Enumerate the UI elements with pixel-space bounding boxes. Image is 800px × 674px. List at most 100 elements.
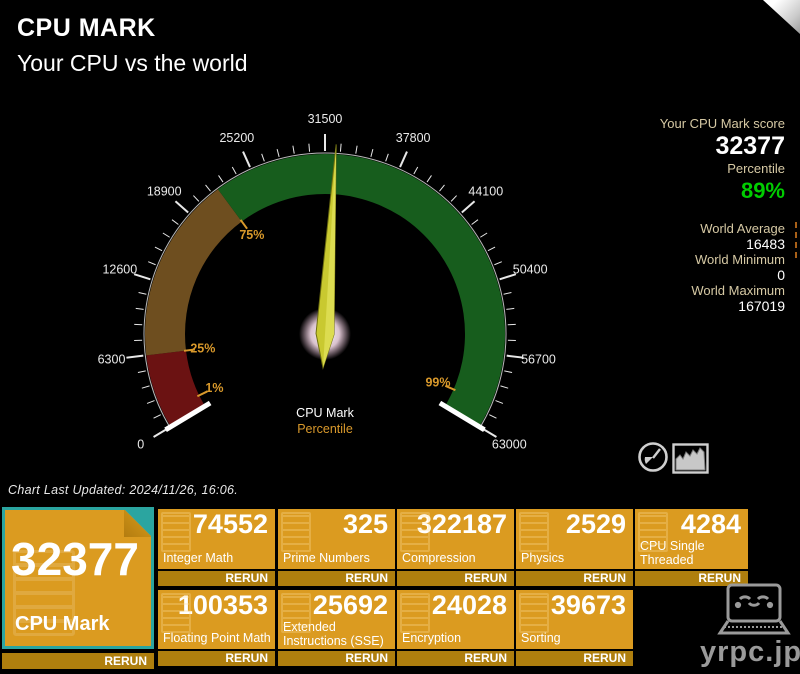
gauge-minor-tick [206,185,211,191]
gauge-center-subtitle: Percentile [245,422,405,436]
gauge-minor-tick [147,401,154,404]
percentile-label: Percentile [555,161,785,177]
tile-value: 4284 [635,509,748,539]
tile-body: 100353 Floating Point Math [158,590,275,649]
tile-value: 24028 [397,590,514,620]
gauge-minor-tick [489,415,496,419]
rerun-button[interactable]: RERUN [158,651,275,666]
tile-value: 39673 [516,590,633,620]
gauge-minor-tick [340,144,341,152]
tile-physics: 2529 Physics RERUN [516,509,633,586]
gauge-minor-tick [163,233,170,237]
gauge-minor-tick [277,149,279,157]
cpu-mark-tile-label: CPU Mark [15,613,109,636]
gauge-minor-tick [356,146,357,154]
gauge-scale-label: 25200 [219,131,254,145]
gauge-band-mid [145,189,242,355]
tile-sorting: 39673 Sorting RERUN [516,590,633,666]
world-maximum-label: World Maximum [555,283,785,299]
gauge-major-tick [462,201,475,212]
tile-cpu-single-threaded: 4284 CPU Single Threaded RERUN [635,509,748,586]
gauge-minor-tick [480,233,487,237]
gauge-minor-tick [386,154,389,162]
rerun-button[interactable]: RERUN [397,651,514,666]
tile-body: 25692 Extended Instructions (SSE) [278,590,395,649]
tile-extended-instructions: 25692 Extended Instructions (SSE) RERUN [278,590,395,666]
gauge-minor-tick [451,196,457,202]
tile-body: 74552 Integer Math [158,509,275,569]
tile-label: Integer Math [158,551,275,569]
tile-body: 322187 Compression [397,509,514,569]
rerun-button[interactable]: RERUN [516,571,633,586]
tile-value: 100353 [158,590,275,620]
tile-body: 4284 CPU Single Threaded [635,509,748,569]
gauge-scale-label: 6300 [98,352,126,366]
cpu-mark-tile-value: 32377 [5,532,145,586]
score-panel: Your CPU Mark score 32377 Percentile 89%… [555,116,785,314]
tile-body: 39673 Sorting [516,590,633,649]
percentile-tick-label: 99% [425,376,450,390]
rerun-button[interactable]: RERUN [278,571,395,586]
rerun-button[interactable]: RERUN [397,571,514,586]
tile-label: Compression [397,551,514,569]
cpu-mark-score: 32377 [555,132,785,161]
gauge-major-tick [175,201,188,212]
gauge-minor-tick [262,154,265,162]
gauge-minor-tick [488,247,495,251]
tile-label: Sorting [516,631,633,649]
gauge-band-low [146,351,205,427]
speedometer-icon[interactable] [636,440,670,474]
gauge-minor-tick [139,292,147,294]
gauge-minor-tick [472,220,478,225]
gauge-scale-label: 50400 [513,263,548,277]
percentile-tick-label: 1% [205,381,223,395]
gauge-scale-label: 63000 [492,438,527,452]
rerun-button[interactable]: RERUN [516,651,633,666]
gauge-minor-tick [172,220,178,225]
world-average-label: World Average [555,221,785,237]
rerun-button[interactable]: RERUN [158,571,275,586]
gauge-minor-tick [495,401,502,404]
tile-value: 74552 [158,509,275,539]
cpu-mark-tile: 32377 CPU Mark [2,507,154,649]
gauge-minor-tick [232,167,236,174]
gauge-minor-tick [142,386,150,388]
tile-integer-math: 74552 Integer Math RERUN [158,509,275,586]
gauge-minor-tick [154,415,161,419]
gauge-minor-tick [219,175,223,182]
gauge-major-tick [400,152,407,168]
gauge-minor-tick [500,386,508,388]
tile-fold-corner [124,510,151,537]
percentile-value: 89% [555,177,785,204]
rerun-button-cpu-mark[interactable]: RERUN [2,653,154,669]
rerun-button[interactable]: RERUN [278,651,395,666]
tile-label: CPU Single Threaded [635,539,748,569]
gauge-minor-tick [155,247,162,251]
tile-value: 325 [278,509,395,539]
world-minimum-value: 0 [555,268,785,284]
percentile-tick-label: 75% [239,228,264,242]
world-average-value: 16483 [555,237,785,253]
gauge-minor-tick [138,371,146,373]
gauge-minor-tick [494,262,501,265]
gauge-scale-label: 37800 [396,131,431,145]
world-maximum-value: 167019 [555,299,785,315]
score-panel-title: Your CPU Mark score [555,116,785,132]
gauge-scale-label: 44100 [468,184,503,198]
tile-label: Extended Instructions (SSE) [278,620,395,649]
gauge-minor-tick [506,308,514,309]
gauge-center-title: CPU Mark [245,406,405,420]
tile-compression: 322187 Compression RERUN [397,509,514,586]
gauge-band-high [218,154,505,427]
chart-last-updated: Chart Last Updated: 2024/11/26, 16:06. [8,483,238,497]
edge-dash-marker [795,222,797,258]
gauge-scale-label: 31500 [308,112,343,126]
tile-value: 2529 [516,509,633,539]
gauge-minor-tick [414,167,418,174]
gauge-minor-tick [439,185,444,191]
percentile-tick-label: 25% [190,342,215,356]
gauge-minor-tick [136,308,144,309]
tile-body: 24028 Encryption [397,590,514,649]
history-chart-icon[interactable] [672,443,709,474]
gauge-minor-tick [371,149,373,157]
